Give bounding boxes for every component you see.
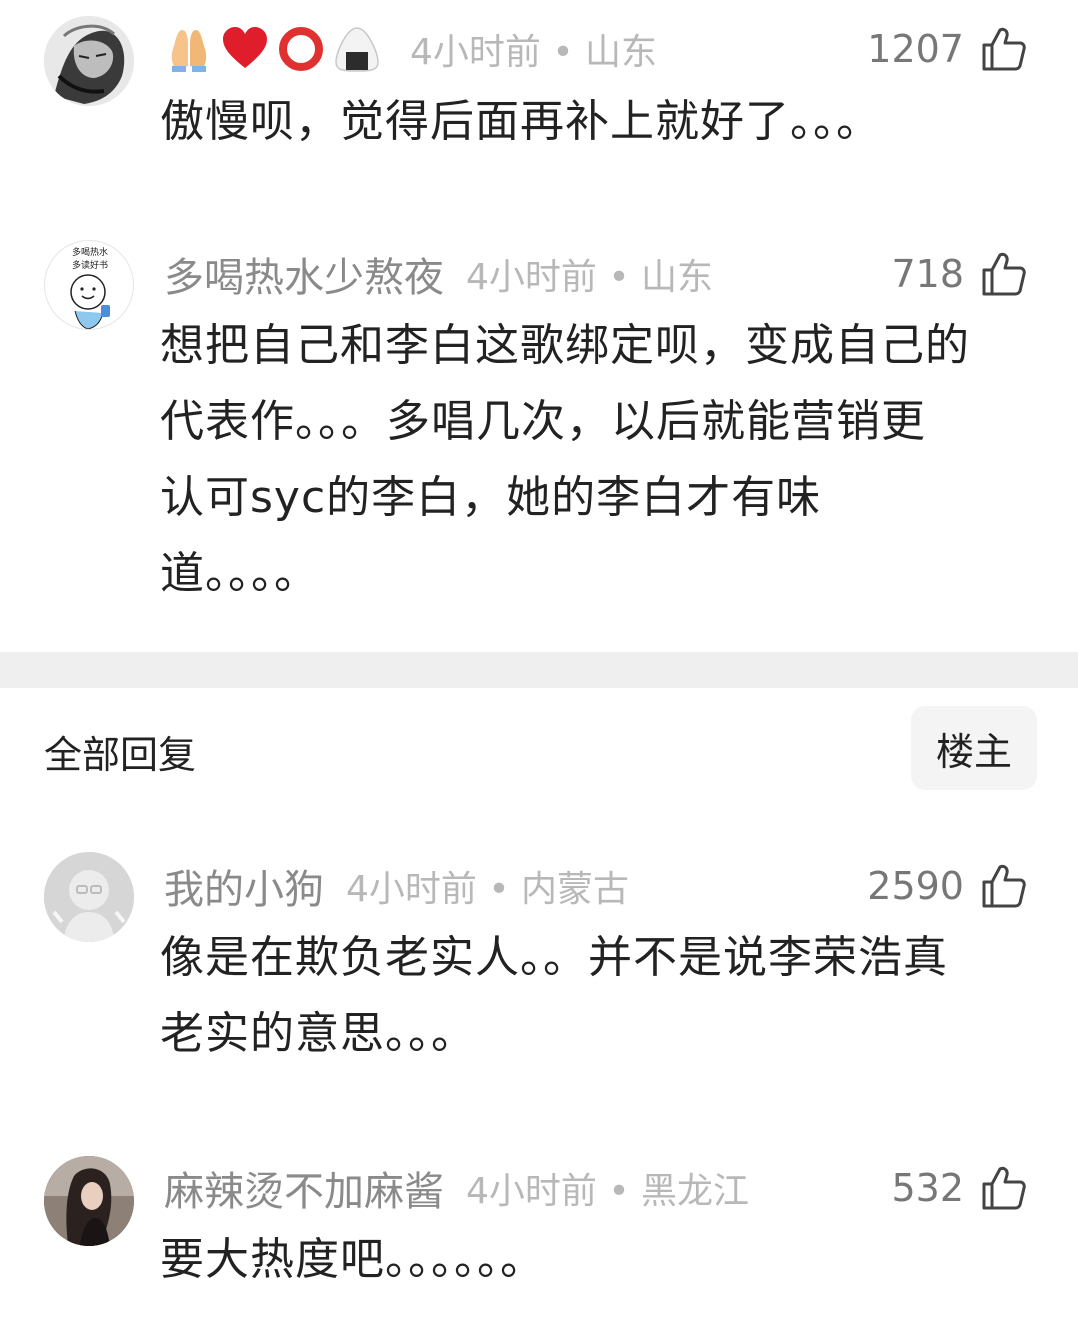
avatar[interactable] xyxy=(44,1156,134,1246)
all-replies-title: 全部回复 xyxy=(44,733,197,777)
avatar[interactable]: 多喝热水 多读好书 xyxy=(44,240,134,330)
reply-text: 像是在欺负老实人。。并不是说李荣浩真 老实的意思。。。 xyxy=(160,920,1040,1072)
photo-avatar-icon xyxy=(44,1156,134,1246)
like-count: 1207 xyxy=(867,27,964,71)
red-heart-icon xyxy=(223,27,267,68)
thumbs-up-icon xyxy=(982,252,1026,296)
avatar-caption-line1: 多喝热水 xyxy=(72,246,108,258)
like-count: 2590 xyxy=(867,864,964,908)
thumbs-up-icon xyxy=(982,864,1026,908)
op-filter-button[interactable]: 楼主 xyxy=(911,706,1037,790)
like-count: 532 xyxy=(891,1166,964,1210)
comment-meta: 4小时前 • 山东 1207 xyxy=(164,21,1028,77)
comment-text: 傲慢呗，觉得后面再补上就好了。。。 xyxy=(160,96,881,147)
reply-text: 要大热度吧。。。。。。 xyxy=(160,1234,545,1285)
comment-meta: 多喝热水少熬夜 4小时前 • 山东 718 xyxy=(164,246,1028,302)
comment-text-line: 道。。。。 xyxy=(160,548,319,599)
username[interactable]: 多喝热水少熬夜 xyxy=(164,245,444,303)
like-button[interactable]: 532 xyxy=(891,1160,1028,1216)
like-button[interactable]: 2590 xyxy=(867,858,1028,914)
like-count: 718 xyxy=(891,252,964,296)
folded-hands-icon xyxy=(171,30,207,72)
reply-meta: 麻辣烫不加麻酱 4小时前 • 黑龙江 532 xyxy=(164,1160,1028,1216)
red-circle-icon xyxy=(279,27,323,71)
reply-text-line: 老实的意思。。。 xyxy=(160,1008,476,1059)
default-avatar-icon xyxy=(44,852,134,942)
sketch-avatar-icon xyxy=(44,16,134,106)
like-button[interactable]: 718 xyxy=(891,246,1028,302)
username[interactable]: 麻辣烫不加麻酱 xyxy=(164,1159,444,1217)
time-location: 4小时前 • 山东 xyxy=(410,32,658,73)
comment-text: 想把自己和李白这歌绑定呗，变成自己的 代表作。。。多唱几次，以后就能营销更 认可… xyxy=(160,308,1040,612)
avatar[interactable] xyxy=(44,852,134,942)
time-location: 4小时前 • 山东 xyxy=(466,257,714,298)
cartoon-avatar-icon: 多喝热水 多读好书 xyxy=(70,246,110,329)
avatar[interactable] xyxy=(44,16,134,106)
thumbs-up-icon xyxy=(982,1166,1026,1210)
username[interactable]: 我的小狗 xyxy=(164,857,324,915)
reply-text-line: 像是在欺负老实人。。并不是说李荣浩真 xyxy=(160,932,948,983)
time-location: 4小时前 • 内蒙古 xyxy=(346,869,630,910)
like-button[interactable]: 1207 xyxy=(867,21,1028,77)
section-divider xyxy=(0,652,1078,688)
reply-meta: 我的小狗 4小时前 • 内蒙古 2590 xyxy=(164,858,1028,914)
avatar-caption-line2: 多读好书 xyxy=(72,259,108,271)
time-location: 4小时前 • 黑龙江 xyxy=(466,1171,750,1212)
rice-ball-icon xyxy=(335,27,379,72)
comment-text-line: 代表作。。。多唱几次，以后就能营销更 xyxy=(160,396,926,447)
comment-text-line: 想把自己和李白这歌绑定呗，变成自己的 xyxy=(160,320,970,371)
username[interactable] xyxy=(164,24,388,74)
thumbs-up-icon xyxy=(982,27,1026,71)
comment-text-line: 认可syc的李白，她的李白才有味 xyxy=(160,472,822,523)
